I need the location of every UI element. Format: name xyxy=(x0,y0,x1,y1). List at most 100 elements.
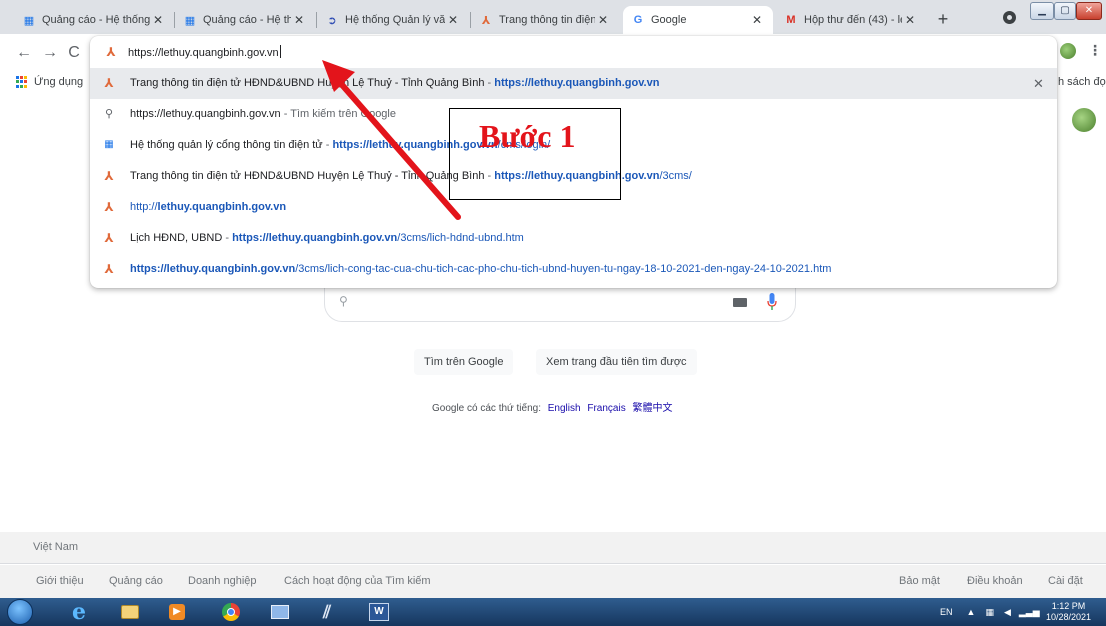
network-status-icon[interactable]: ▦ xyxy=(985,607,994,618)
network-app-icon[interactable] xyxy=(267,600,293,624)
suggestion-item[interactable]: ⅄ https://lethuy.quangbinh.gov.vn/3cms/l… xyxy=(90,254,1057,285)
remove-suggestion-icon[interactable]: ✕ xyxy=(1033,76,1044,92)
media-player-icon[interactable]: ▶ xyxy=(164,600,190,624)
start-button[interactable] xyxy=(7,599,33,625)
signal-icon[interactable]: ▂▃▅ xyxy=(1019,607,1040,618)
footer-link-privacy[interactable]: Bảo mật xyxy=(899,575,940,587)
menu-icon[interactable]: ⋮ xyxy=(1088,42,1102,59)
tab-title: Hệ thống Quản lý văn b xyxy=(345,14,445,26)
suggestion-url: https://lethuy.quangbinh.gov.vn xyxy=(494,77,660,89)
clock-time: 1:12 PM xyxy=(1051,601,1086,611)
address-input[interactable]: https://lethuy.quangbinh.gov.vn xyxy=(128,45,281,59)
new-tab-button[interactable]: + xyxy=(932,9,954,31)
apps-label: Ứng dụng xyxy=(34,76,84,88)
suggestion-title: Trang thông tin điện tử HĐND&UBND Huyện … xyxy=(130,77,485,89)
tab-title: Hộp thư đến (43) - lehe xyxy=(804,14,902,26)
apps-shortcut[interactable]: Ứng dụng xyxy=(16,76,83,88)
minimize-button[interactable]: ▁ xyxy=(1030,2,1054,20)
language-offer: Google có các thứ tiếng: English Françai… xyxy=(432,399,673,414)
tab-6[interactable]: M Hộp thư đến (43) - lehe ✕ xyxy=(776,6,926,34)
suggestion-url: https://lethuy.quangbinh.gov.vn xyxy=(232,232,398,244)
google-search-button[interactable]: Tìm trên Google xyxy=(414,349,514,375)
language-link-francais[interactable]: Français xyxy=(587,403,625,414)
close-icon[interactable]: ✕ xyxy=(595,13,611,27)
input-language[interactable]: EN xyxy=(940,607,953,617)
text-caret xyxy=(279,45,281,58)
apps-grid-icon xyxy=(16,76,28,88)
tab-title: Trang thông tin điện tử xyxy=(499,14,595,26)
portal-icon: ▦ xyxy=(104,139,114,150)
footer-link-settings[interactable]: Cài đặt xyxy=(1048,575,1083,587)
footer-country: Việt Nam xyxy=(33,541,79,553)
suggestion-separator: - xyxy=(280,108,291,120)
address-value: https://lethuy.quangbinh.gov.vn xyxy=(128,47,279,59)
word-icon[interactable]: W xyxy=(366,600,392,624)
language-prefix: Google có các thứ tiếng: xyxy=(432,403,541,414)
tab-4[interactable]: ⅄ Trang thông tin điện tử ✕ xyxy=(471,6,619,34)
footer-link-business[interactable]: Doanh nghiệp xyxy=(188,575,257,587)
suggestion-title: Lịch HĐND, UBND xyxy=(130,232,223,244)
account-avatar[interactable] xyxy=(1072,108,1096,132)
suggestion-title: Hệ thống quản lý cổng thông tin điện tử xyxy=(130,139,323,151)
reading-list-label[interactable]: h sách đọc xyxy=(1058,76,1106,88)
gmail-icon: M xyxy=(786,14,796,26)
close-icon[interactable]: ✕ xyxy=(150,13,166,27)
tab-title: Quảng cáo - Hệ thống xyxy=(42,14,150,26)
close-icon[interactable]: ✕ xyxy=(291,13,307,27)
suggestion-title: https://lethuy.quangbinh.gov.vn xyxy=(130,108,281,120)
address-bar[interactable]: ⅄ https://lethuy.quangbinh.gov.vn xyxy=(90,36,1057,68)
tab-1[interactable]: ▦ Quảng cáo - Hệ thống ✕ xyxy=(14,6,174,34)
microphone-icon[interactable] xyxy=(767,293,777,311)
show-hidden-icons-icon[interactable]: ▲ xyxy=(967,607,976,617)
drawing-app-icon[interactable]: ⫽ xyxy=(314,600,340,624)
back-button[interactable]: ← xyxy=(14,43,34,63)
close-icon[interactable]: ✕ xyxy=(902,13,918,27)
site-emblem-icon: ⅄ xyxy=(104,231,114,245)
forward-button[interactable]: → xyxy=(40,43,60,63)
annotation-step-label: Bước 1 xyxy=(479,118,576,154)
maximize-button[interactable]: ▢ xyxy=(1054,2,1076,20)
volume-icon[interactable]: ◀ xyxy=(1004,607,1011,618)
file-explorer-icon[interactable] xyxy=(117,600,143,624)
site-emblem-icon: ⅄ xyxy=(104,76,114,90)
close-icon[interactable]: ✕ xyxy=(749,13,765,27)
footer-link-about[interactable]: Giới thiệu xyxy=(36,575,84,587)
google-icon: G xyxy=(633,14,643,26)
language-link-chinese[interactable]: 繁體中文 xyxy=(633,403,673,414)
internet-explorer-icon[interactable]: e xyxy=(66,599,92,625)
tab-5-active[interactable]: G Google ✕ xyxy=(623,6,773,34)
reload-button[interactable]: C xyxy=(64,43,84,63)
suggestion-url-scheme: http:// xyxy=(130,201,158,213)
footer-link-terms[interactable]: Điều khoản xyxy=(967,575,1023,587)
site-emblem-icon: ⅄ xyxy=(104,169,114,183)
keyboard-icon[interactable] xyxy=(733,298,747,307)
footer-link-advertising[interactable]: Quảng cáo xyxy=(109,575,163,587)
suggestion-url: https://lethuy.quangbinh.gov.vn xyxy=(130,263,296,275)
suggestion-item[interactable]: ⅄ Trang thông tin điện tử HĐND&UBND Huyệ… xyxy=(90,68,1057,99)
suggestion-separator: - xyxy=(322,139,333,151)
tab-2[interactable]: ▦ Quảng cáo - Hệ thống ✕ xyxy=(175,6,315,34)
suggestion-url-path: /3cms/lich-cong-tac-cua-chu-tich-cac-pho… xyxy=(295,263,832,275)
footer-link-how-search-works[interactable]: Cách hoạt động của Tìm kiếm xyxy=(284,575,431,587)
suggestion-separator: - xyxy=(222,232,233,244)
taskbar-clock[interactable]: 1:12 PM 10/28/2021 xyxy=(1046,601,1091,623)
close-window-button[interactable]: ✕ xyxy=(1076,2,1102,20)
site-emblem-icon: ⅄ xyxy=(104,200,114,214)
suggestion-item[interactable]: ⅄ Lịch HĐND, UBND - https://lethuy.quang… xyxy=(90,223,1057,254)
portal-icon: ▦ xyxy=(184,14,196,27)
tab-3[interactable]: ➲ Hệ thống Quản lý văn b ✕ xyxy=(317,6,469,34)
suggestion-search-hint: Tìm kiếm trên Google xyxy=(290,108,396,120)
profile-icon[interactable] xyxy=(1003,11,1016,24)
site-emblem-icon: ⅄ xyxy=(106,45,116,59)
clock-date: 10/28/2021 xyxy=(1046,612,1092,622)
footer-links-bar: Giới thiệu Quảng cáo Doanh nghiệp Cách h… xyxy=(0,565,1106,598)
search-icon: ⚲ xyxy=(104,108,114,120)
footer-country-bar: Việt Nam xyxy=(0,532,1106,564)
portal-icon: ▦ xyxy=(23,14,35,27)
chrome-icon[interactable] xyxy=(218,600,244,624)
close-icon[interactable]: ✕ xyxy=(445,13,461,27)
language-link-english[interactable]: English xyxy=(548,403,581,414)
google-search-box[interactable]: ⚲ xyxy=(324,288,796,322)
extension-icon[interactable] xyxy=(1060,43,1076,59)
feeling-lucky-button[interactable]: Xem trang đầu tiên tìm được xyxy=(536,349,697,375)
